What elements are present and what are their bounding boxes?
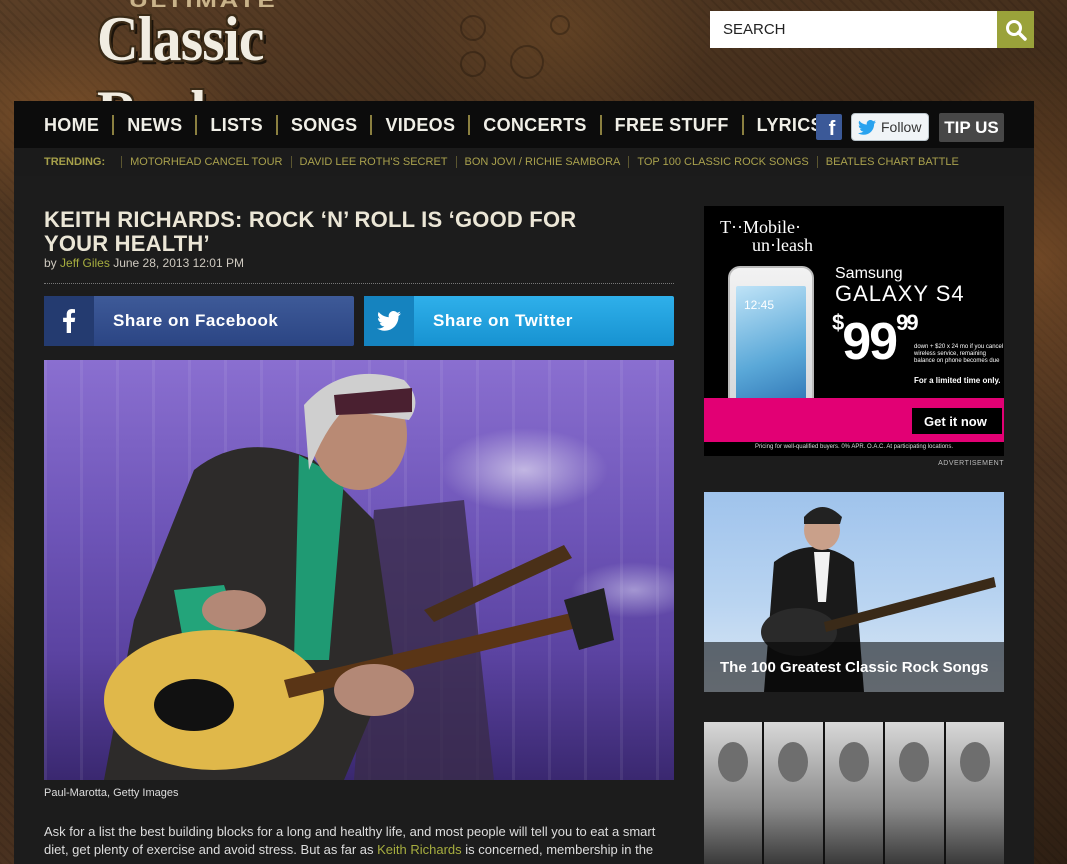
portrait-thumb[interactable]	[885, 722, 944, 864]
twitter-bird-icon	[858, 119, 876, 135]
ad-model: Samsung GALAXY S4	[835, 264, 965, 307]
byline-by: by	[44, 256, 57, 270]
main-nav: HOME NEWS LISTS SONGS VIDEOS CONCERTS FR…	[14, 101, 1034, 148]
tip-us-button[interactable]: TIP US	[939, 113, 1004, 142]
twitter-follow-button[interactable]: Follow	[851, 113, 929, 141]
photo-credit: Paul-Marotta, Getty Images	[44, 787, 179, 799]
facebook-icon	[44, 296, 94, 346]
nav-item-concerts[interactable]: CONCERTS	[468, 115, 599, 135]
nav-item-free-stuff[interactable]: FREE STUFF	[599, 115, 742, 135]
guitarist-illustration	[104, 373, 614, 780]
share-twitter-button[interactable]: Share on Twitter	[364, 296, 674, 346]
trending-link[interactable]: TOP 100 CLASSIC ROCK SONGS	[628, 156, 816, 168]
tmobile-tagline: un·leash	[752, 235, 813, 255]
ad-disclaimer: Pricing for well-qualified buyers. 0% AP…	[754, 444, 954, 450]
search-input[interactable]	[710, 11, 998, 48]
nav-item-news[interactable]: NEWS	[112, 115, 195, 135]
trending-link[interactable]: BON JOVI / RICHIE SAMBORA	[455, 156, 629, 168]
facebook-icon[interactable]: f	[816, 114, 842, 140]
article-photo	[44, 360, 674, 780]
ad-price: $9999	[832, 310, 919, 372]
ad-limited-time: For a limited time only.	[914, 376, 1001, 385]
phone-screen: 12:45	[736, 286, 806, 406]
nav-item-videos[interactable]: VIDEOS	[370, 115, 468, 135]
follow-label: Follow	[881, 119, 922, 135]
ad-model-name: GALAXY S4	[835, 281, 965, 306]
article-paragraph: Ask for a list the best building blocks …	[44, 823, 674, 859]
phone-clock: 12:45	[744, 298, 775, 312]
search-icon	[1005, 19, 1027, 41]
ad-get-it-now-button[interactable]: Get it now	[912, 408, 1002, 434]
portrait-thumb[interactable]	[704, 722, 763, 864]
divider	[44, 283, 674, 284]
advertisement-label: ADVERTISEMENT	[938, 460, 1004, 467]
rockstar-photo-strip[interactable]	[704, 722, 1005, 864]
price-cents: 99	[896, 310, 919, 335]
tmobile-advertisement[interactable]: T··Mobile· un·leash 12:45 Samsung GALAXY…	[704, 206, 1004, 456]
article-title: KEITH RICHARDS: ROCK ‘N’ ROLL IS ‘GOOD F…	[44, 207, 577, 256]
ad-fine-print: down + $20 x 24 mo if you cancel wireles…	[914, 344, 1004, 364]
portrait-thumb[interactable]	[945, 722, 1005, 864]
promo-title: The 100 Greatest Classic Rock Songs	[704, 642, 1004, 692]
keith-richards-link[interactable]: Keith Richards	[377, 842, 462, 857]
trending-link[interactable]: DAVID LEE ROTH'S SECRET	[290, 156, 456, 168]
price-main: 99	[842, 313, 898, 371]
author-link[interactable]: Jeff Giles	[60, 256, 110, 270]
search-button[interactable]	[997, 11, 1034, 48]
paragraph-text-cont: is concerned, membership in the	[461, 842, 654, 857]
portrait-thumb[interactable]	[824, 722, 884, 864]
share-facebook-button[interactable]: Share on Facebook	[44, 296, 354, 346]
portrait-thumb[interactable]	[764, 722, 823, 864]
twitter-bird-icon	[364, 296, 414, 346]
article-byline: by Jeff Giles June 28, 2013 12:01 PM	[44, 256, 244, 270]
share-twitter-label: Share on Twitter	[433, 311, 573, 330]
nav-item-lists[interactable]: LISTS	[195, 115, 276, 135]
promo-greatest-songs[interactable]: The 100 Greatest Classic Rock Songs	[704, 492, 1004, 692]
tmobile-logo: T··Mobile· un·leash	[720, 218, 813, 254]
trending-link[interactable]: MOTORHEAD CANCEL TOUR	[121, 156, 290, 168]
nav-item-home[interactable]: HOME	[44, 115, 112, 135]
article-date: June 28, 2013 12:01 PM	[113, 256, 244, 270]
tmobile-brand-text: T··Mobile·	[720, 217, 801, 237]
nav-item-songs[interactable]: SONGS	[275, 115, 371, 135]
share-facebook-label: Share on Facebook	[113, 311, 279, 330]
trending-label: TRENDING:	[44, 156, 106, 168]
header-speaker-decoration	[450, 5, 580, 95]
site-logo[interactable]: ULTIMATE Classic Rock	[95, 0, 395, 148]
trending-bar: TRENDING: MOTORHEAD CANCEL TOUR DAVID LE…	[14, 148, 1034, 176]
price-dollar: $	[832, 310, 844, 335]
trending-link[interactable]: BEATLES CHART BATTLE	[816, 156, 967, 168]
